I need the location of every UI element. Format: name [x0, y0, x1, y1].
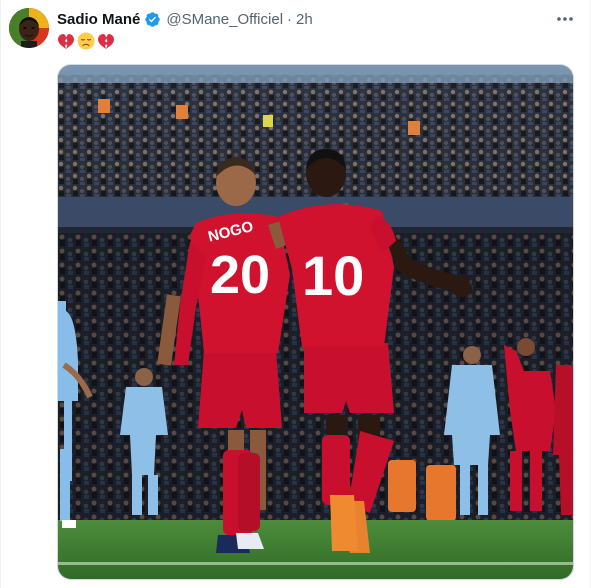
- author-handle[interactable]: @SMane_Officiel: [166, 11, 283, 28]
- left-jersey-number: 20: [210, 245, 270, 305]
- tweet-header: Sadio Mané @SMane_Officiel · 2h: [57, 9, 313, 29]
- avatar[interactable]: [9, 8, 49, 48]
- tweet-timestamp[interactable]: 2h: [296, 11, 313, 28]
- broken-heart-icon: [57, 32, 75, 50]
- tweet-text: [57, 31, 115, 51]
- right-jersey-number: 10: [302, 244, 364, 307]
- tweet-card[interactable]: Sadio Mané @SMane_Officiel · 2h 20 NOGO …: [0, 0, 591, 588]
- verified-badge-icon: [144, 11, 161, 28]
- author-name[interactable]: Sadio Mané: [57, 11, 140, 28]
- broken-heart-icon: [97, 32, 115, 50]
- photo-scene: 20 NOGO 10: [58, 65, 573, 579]
- disappointed-face-icon: [77, 32, 95, 50]
- separator-dot: ·: [287, 10, 293, 28]
- more-horizontal-icon[interactable]: [552, 8, 578, 30]
- tweet-photo[interactable]: 20 NOGO 10: [57, 64, 574, 580]
